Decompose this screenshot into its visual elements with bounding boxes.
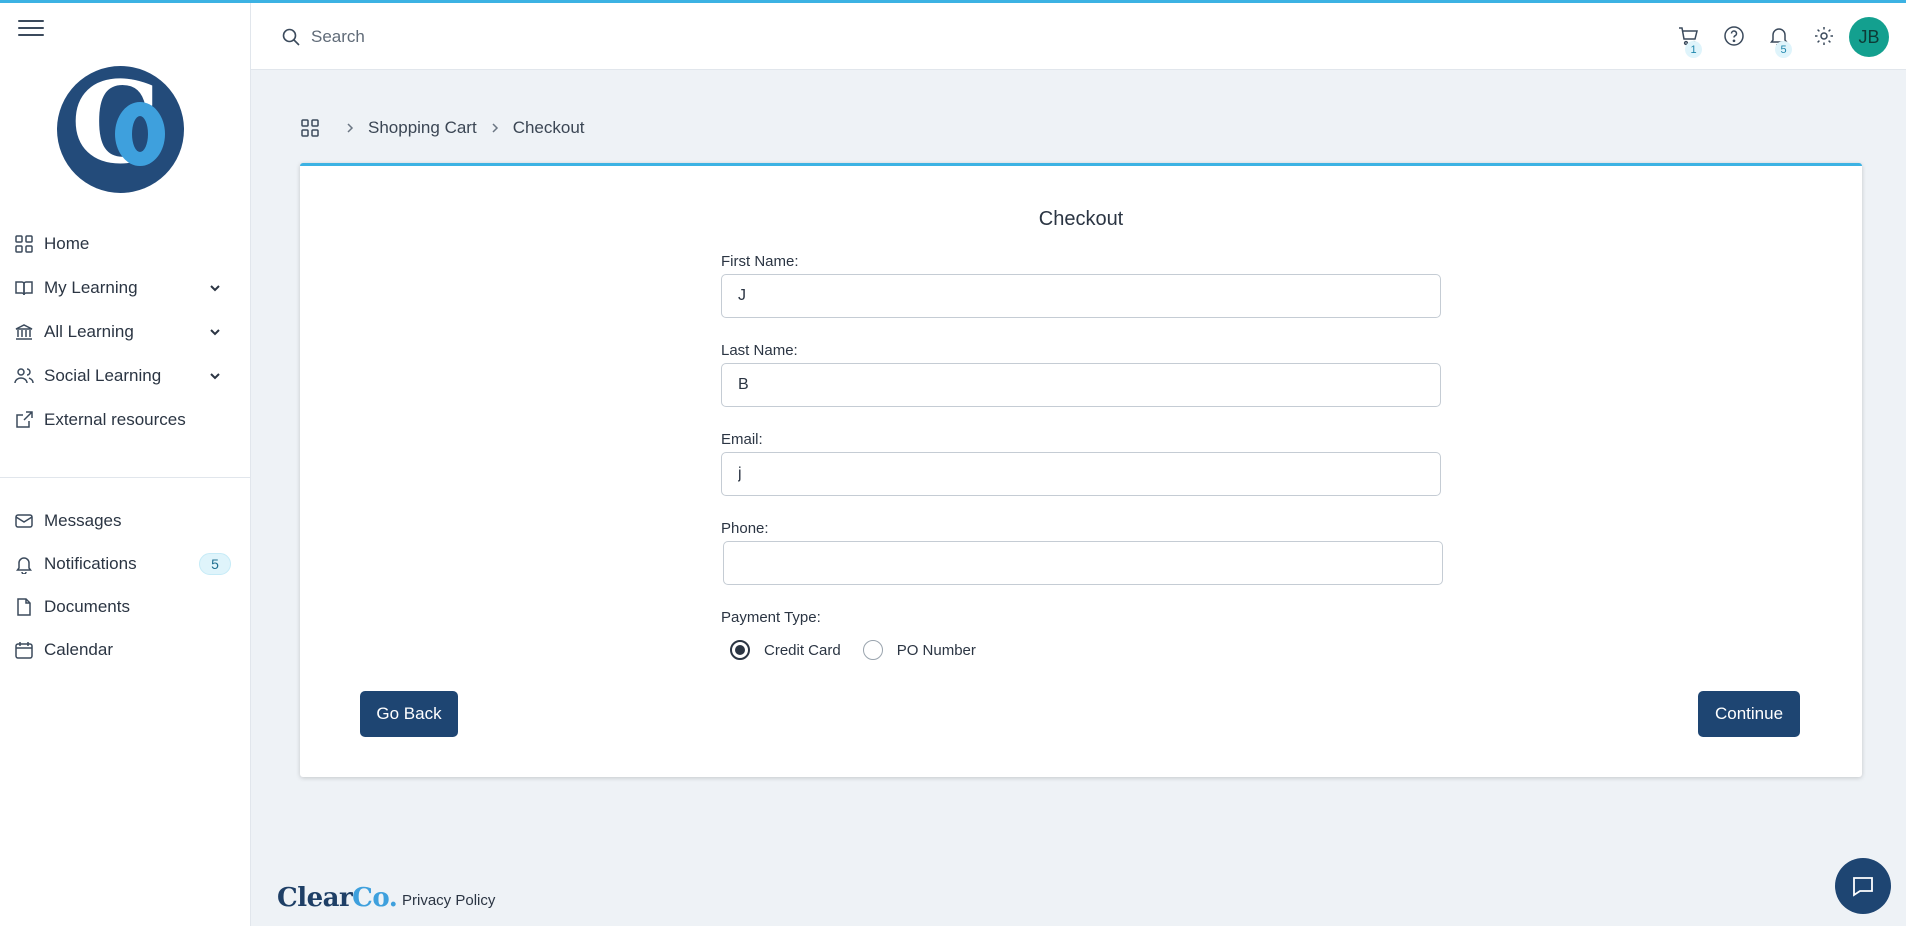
sidebar-item-documents[interactable]: Documents [0,585,250,628]
sidebar-item-notifications[interactable]: Notifications 5 [0,542,250,585]
book-icon [14,278,34,298]
sidebar-item-my-learning[interactable]: My Learning [0,266,250,310]
notifications-button[interactable]: 5 [1768,25,1792,58]
search-icon [282,28,300,46]
sidebar-item-messages[interactable]: Messages [0,499,250,542]
chat-button[interactable] [1835,858,1891,914]
po-number-label[interactable]: PO Number [897,642,976,659]
po-number-radio[interactable] [862,640,883,660]
sidebar-item-label: Documents [44,596,130,616]
phone-label: Phone: [721,520,769,537]
payment-type-label: Payment Type: [721,609,821,626]
mail-icon [14,511,34,531]
users-icon [14,366,34,386]
cart-count-badge: 1 [1685,41,1702,58]
notification-count-badge: 5 [1775,41,1792,58]
page-title: Checkout [1038,208,1124,230]
sidebar-item-all-learning[interactable]: All Learning [0,310,250,354]
gear-icon [1815,27,1833,45]
continue-button[interactable]: Continue [1698,691,1800,737]
sidebar-item-external-resources[interactable]: External resources [0,398,250,442]
privacy-policy-link[interactable]: Privacy Policy [402,892,495,909]
chat-icon [1853,877,1873,897]
footer-logo-accent: Co. [352,883,398,913]
bell-icon [14,554,34,574]
grid-icon [14,234,34,254]
company-logo[interactable]: C [57,66,184,193]
sidebar-item-calendar[interactable]: Calendar [0,628,250,671]
payment-type-group: Credit Card PO Number [730,640,976,660]
menu-toggle-icon[interactable] [18,20,44,40]
sidebar-item-home[interactable]: Home [0,222,250,266]
help-icon [1724,26,1744,46]
secondary-nav: Messages Notifications 5 Documents Calen… [0,499,250,671]
sidebar-divider [0,477,250,478]
checkout-card: Checkout First Name: Last Name: Email: P… [300,163,1862,777]
email-field[interactable] [721,452,1441,496]
avatar[interactable]: JB [1849,17,1889,57]
sidebar-item-label: Home [44,234,90,253]
bank-icon [14,322,34,342]
first-name-field[interactable] [721,274,1441,318]
top-accent-bar [0,0,1906,3]
sidebar-item-label: External resources [44,410,186,429]
cart-button[interactable]: 1 [1678,25,1702,58]
credit-card-radio[interactable] [730,640,750,660]
first-name-label: First Name: [721,253,799,270]
footer-logo-main: Clear [277,883,353,913]
sidebar-item-label: Social Learning [44,366,162,385]
last-name-label: Last Name: [721,342,798,359]
search-input[interactable] [311,19,911,55]
breadcrumb-checkout: Checkout [512,118,585,137]
sidebar-item-label: All Learning [44,322,134,341]
sidebar-item-label: My Learning [44,278,138,297]
chevron-down-icon[interactable] [208,281,222,295]
last-name-field[interactable] [721,363,1441,407]
grid-icon[interactable] [300,118,320,138]
sidebar: C Home My Learning All Learning [0,0,251,926]
email-label: Email: [721,431,763,448]
breadcrumb-shopping-cart[interactable]: Shopping Cart [368,118,477,138]
footer-logo[interactable]: ClearCo. [277,883,398,913]
top-header: 1 5 JB [251,3,1906,70]
calendar-icon [14,640,34,660]
file-icon [14,597,34,617]
sidebar-item-label: Calendar [44,639,113,659]
breadcrumb: Shopping Cart Checkout [300,118,585,138]
chevron-down-icon[interactable] [208,325,222,339]
notifications-count-badge: 5 [199,552,231,575]
chevron-right-icon [492,123,498,133]
main-nav: Home My Learning All Learning Social Lea… [0,222,250,442]
sidebar-item-social-learning[interactable]: Social Learning [0,354,250,398]
chevron-down-icon[interactable] [208,369,222,383]
sidebar-item-label: Messages [44,510,122,530]
avatar-initials: JB [1858,26,1880,47]
external-link-icon [14,410,34,430]
settings-button[interactable] [1813,25,1837,49]
go-back-button[interactable]: Go Back [360,691,458,737]
chevron-right-icon [347,123,354,133]
help-button[interactable] [1723,25,1747,49]
phone-field[interactable] [723,541,1443,585]
credit-card-label[interactable]: Credit Card [764,642,841,659]
sidebar-item-label: Notifications [44,553,137,573]
